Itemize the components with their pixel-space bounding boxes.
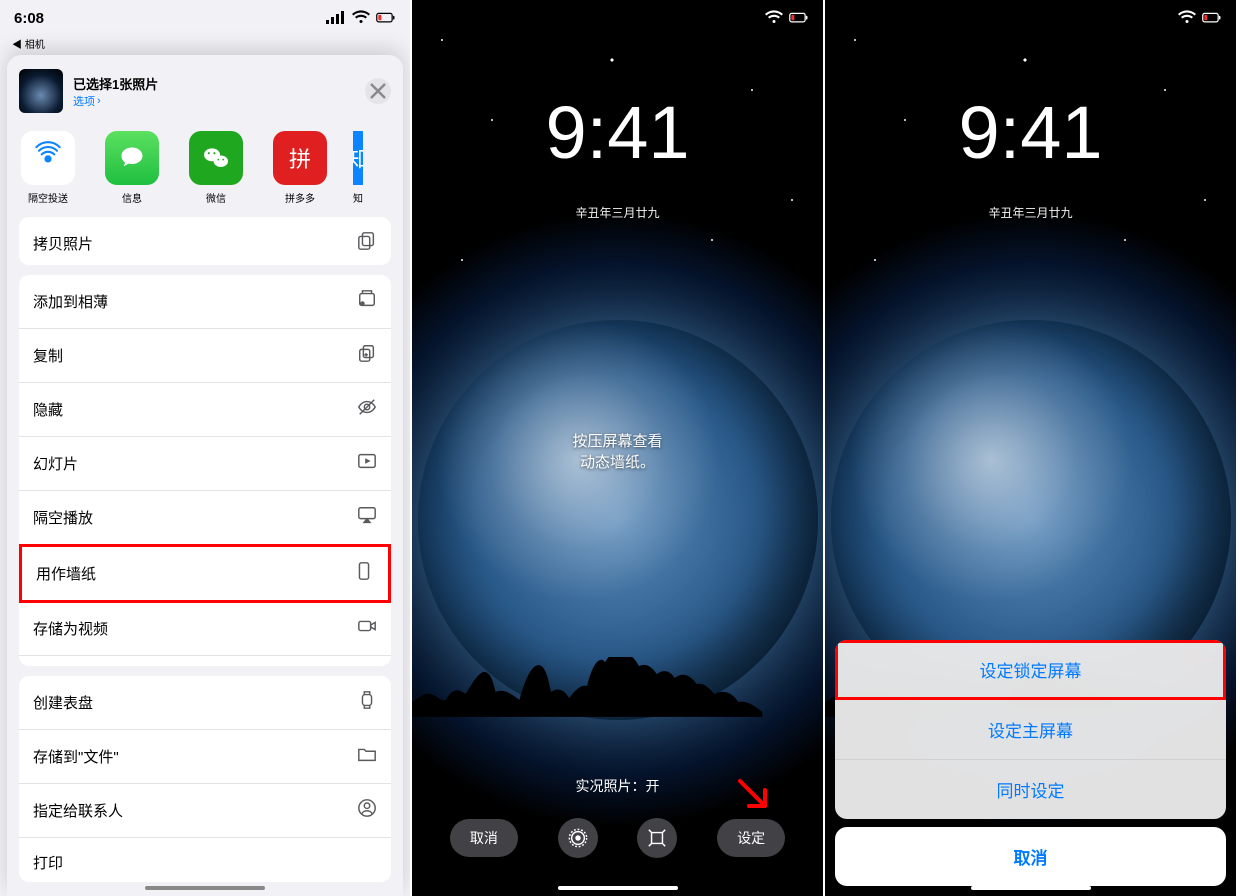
wechat-icon (200, 142, 232, 174)
lock-lunar: 辛丑年三月廿九 (825, 204, 1236, 221)
lock-lunar: 辛丑年三月廿九 (412, 204, 823, 221)
battery-icon (789, 8, 809, 28)
airdrop-app[interactable]: 隔空投送 (17, 131, 79, 205)
phone-icon (354, 561, 374, 581)
copy-photo-icon (357, 231, 377, 251)
copy-photo-action[interactable]: 拷贝照片 (19, 217, 391, 265)
wifi-icon (764, 8, 784, 28)
live-icon (568, 828, 588, 848)
messages-app[interactable]: 信息 (101, 131, 163, 205)
battery-icon (376, 8, 396, 28)
live-photo-status: 实况照片：开 (412, 776, 823, 796)
share-sheet: 已选择1张照片 选项› 隔空投送 信息 (7, 55, 403, 896)
silhouettes (412, 657, 823, 717)
photo-thumbnail (19, 69, 63, 113)
close-icon (368, 81, 388, 101)
cancel-button[interactable]: 取消 (835, 827, 1226, 886)
lock-time: 9:41 (825, 96, 1236, 170)
wallpaper-action-sheet: 设定锁定屏幕 设定主屏幕 同时设定 取消 (835, 640, 1226, 886)
status-icons (1177, 8, 1222, 28)
status-bar: 6:08 (0, 0, 410, 36)
home-indicator[interactable] (558, 886, 678, 890)
wifi-icon (351, 8, 371, 28)
status-icons (764, 8, 809, 28)
wifi-icon (1177, 8, 1197, 28)
home-indicator[interactable] (971, 886, 1091, 890)
bottom-controls: 取消 设定 (412, 818, 823, 858)
zhihu-app[interactable]: 知 知 (353, 131, 363, 205)
live-toggle[interactable] (558, 818, 598, 858)
airplay-action[interactable]: 隔空播放 (19, 491, 391, 545)
print-action[interactable]: 打印 (19, 838, 391, 882)
watch-icon (357, 690, 377, 710)
perspective-toggle[interactable] (637, 818, 677, 858)
live-photo-hint: 按压屏幕查看动态墙纸。 (412, 430, 823, 472)
person-icon (357, 798, 377, 818)
save-to-files-action[interactable]: 存储到"文件" (19, 730, 391, 784)
copy-action[interactable]: 复制 (19, 329, 391, 383)
sheet-title: 已选择1张照片 (73, 74, 365, 93)
actions-list[interactable]: 拷贝照片 添加到相薄 复制 隐藏 幻灯片 隔空播放 用作墙纸 存储为视频 拷贝 … (7, 217, 403, 896)
wechat-app[interactable]: 微信 (185, 131, 247, 205)
use-as-wallpaper-action[interactable]: 用作墙纸 (19, 544, 391, 603)
set-both-option[interactable]: 同时设定 (835, 760, 1226, 819)
airplay-icon (357, 505, 377, 525)
slideshow-action[interactable]: 幻灯片 (19, 437, 391, 491)
options-link[interactable]: 选项› (73, 93, 365, 109)
play-icon (357, 451, 377, 471)
add-to-album-action[interactable]: 添加到相薄 (19, 275, 391, 329)
message-icon (117, 143, 147, 173)
back-to-app[interactable]: ◀ 相机 (0, 36, 410, 57)
icloud-link-action[interactable]: 拷贝 iCloud 链接 (19, 656, 391, 666)
signal-icon (326, 8, 346, 28)
assign-to-contact-action[interactable]: 指定给联系人 (19, 784, 391, 838)
set-lock-screen-option[interactable]: 设定锁定屏幕 (835, 640, 1226, 700)
share-apps-row[interactable]: 隔空投送 信息 微信 拼 拼多多 知 知 (7, 125, 403, 217)
close-button[interactable] (365, 78, 391, 104)
pdd-app[interactable]: 拼 拼多多 (269, 131, 331, 205)
copy-icon (357, 343, 377, 363)
set-home-screen-option[interactable]: 设定主屏幕 (835, 700, 1226, 760)
status-time: 6:08 (14, 10, 44, 27)
eye-slash-icon (357, 397, 377, 417)
lock-time: 9:41 (412, 96, 823, 170)
status-bar (412, 0, 823, 36)
perspective-icon (647, 828, 667, 848)
home-indicator[interactable] (145, 886, 265, 890)
save-as-video-action[interactable]: 存储为视频 (19, 602, 391, 656)
status-icons (326, 8, 396, 28)
create-watch-face-action[interactable]: 创建表盘 (19, 676, 391, 730)
folder-icon (357, 744, 377, 764)
hide-action[interactable]: 隐藏 (19, 383, 391, 437)
status-bar (825, 0, 1236, 36)
set-button[interactable]: 设定 (717, 819, 785, 857)
airdrop-icon (30, 140, 66, 176)
cancel-button[interactable]: 取消 (450, 819, 518, 857)
album-icon (357, 289, 377, 309)
battery-icon (1202, 8, 1222, 28)
video-icon (357, 616, 377, 636)
